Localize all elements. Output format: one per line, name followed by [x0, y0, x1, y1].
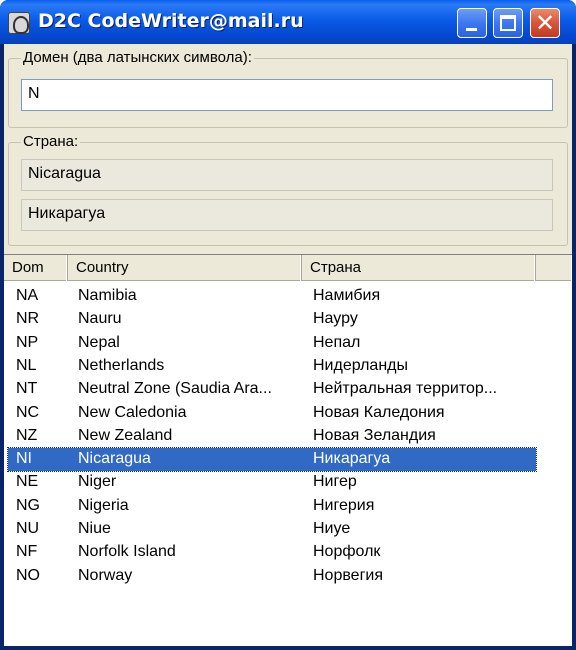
cell-strana: Нигерия	[313, 496, 375, 514]
table-row[interactable]: NO Norway Норвегия	[8, 565, 536, 588]
table-row[interactable]: NU Niue Ниуе	[8, 518, 536, 541]
window-title: D2C CodeWriter@mail.ru	[38, 10, 304, 32]
table-row[interactable]: NR Nauru Науру	[8, 308, 536, 331]
column-header-empty	[536, 255, 572, 281]
cell-strana: Нейтральная территор...	[313, 380, 498, 398]
cell-strana: Норвегия	[313, 566, 384, 584]
domain-group-label: Домен (два латынских символа):	[21, 49, 254, 66]
cell-dom: NA	[16, 287, 39, 304]
table-row[interactable]: NF Norfolk Island Норфолк	[8, 541, 536, 564]
country-name-ru-field: Никарагуа	[21, 199, 553, 231]
cell-strana: Никарагуа	[313, 450, 391, 468]
cell-dom: NO	[16, 566, 40, 584]
app-icon[interactable]	[8, 12, 30, 34]
table-row[interactable]: NG Nigeria Нигерия	[8, 495, 536, 518]
cell-strana: Науру	[313, 310, 358, 328]
cell-dom: NZ	[16, 426, 38, 444]
country-list[interactable]: Dom Country Страна NA Namibia Намибия NR Nau…	[4, 254, 572, 646]
cell-dom: NI	[16, 450, 32, 468]
table-row[interactable]: NL Netherlands Нидерланды	[8, 355, 536, 378]
country-name-en-field: Nicaragua	[21, 159, 553, 191]
cell-country: Nicaragua	[78, 450, 151, 468]
cell-dom: NF	[16, 543, 38, 561]
cell-strana: Намибия	[313, 287, 381, 304]
cell-country: Neutral Zone (Saudia Ara...	[78, 380, 272, 398]
column-header-country[interactable]: Country	[68, 255, 302, 281]
client-area: Домен (два латынских символа): N Страна:…	[4, 44, 572, 646]
cell-country: Nauru	[78, 310, 122, 328]
cell-country: Niue	[78, 520, 111, 537]
cell-dom: NT	[16, 380, 38, 398]
close-icon: ✕	[534, 9, 556, 37]
domain-input[interactable]: N	[21, 79, 553, 111]
cell-strana: Новая Зеландия	[313, 426, 436, 444]
column-header-dom[interactable]: Dom	[4, 255, 68, 281]
cell-strana: Норфолк	[313, 543, 381, 561]
cell-dom: NU	[16, 520, 40, 537]
cell-country: Nigeria	[78, 496, 129, 514]
table-row[interactable]: NE Niger Нигер	[8, 471, 536, 494]
column-header-strana[interactable]: Страна	[302, 255, 536, 281]
cell-strana: Ниуе	[313, 520, 351, 537]
cell-dom: NP	[16, 333, 39, 351]
cell-dom: NG	[16, 496, 40, 514]
cell-country: Niger	[78, 473, 117, 491]
table-row[interactable]: NZ New Zealand Новая Зеландия	[8, 425, 536, 448]
cell-dom: NR	[16, 310, 40, 328]
country-group-label: Страна:	[21, 133, 81, 150]
cell-dom: NL	[16, 356, 37, 374]
maximize-icon	[500, 15, 516, 31]
minimize-button[interactable]	[457, 8, 487, 38]
cell-strana: Нигер	[313, 473, 357, 491]
cell-country: Norway	[78, 566, 133, 584]
domain-group: Домен (два латынских символа): N	[8, 49, 568, 128]
cell-dom: NC	[16, 403, 40, 421]
list-header: Dom Country Страна	[4, 255, 572, 281]
table-row[interactable]: NT Neutral Zone (Saudia Ara... Нейтральная…	[8, 378, 536, 401]
country-group: Страна: Nicaragua Никарагуа	[8, 133, 568, 246]
table-row[interactable]: NP Nepal Непал	[8, 332, 536, 355]
minimize-icon	[466, 28, 477, 31]
cell-dom: NE	[16, 473, 39, 491]
app-window: D2C CodeWriter@mail.ru ✕ Домен (два латы…	[0, 0, 576, 650]
cell-country: New Caledonia	[78, 403, 187, 421]
title-bar[interactable]: D2C CodeWriter@mail.ru ✕	[0, 0, 576, 44]
table-row[interactable]: NA Namibia Намибия	[8, 285, 536, 308]
cell-strana: Нидерланды	[313, 356, 408, 374]
table-row[interactable]: NI Nicaragua Никарагуа	[7, 447, 537, 473]
cell-strana: Новая Каледония	[313, 403, 445, 421]
cell-strana: Непал	[313, 333, 361, 351]
close-button[interactable]: ✕	[530, 8, 560, 38]
cell-country: New Zealand	[78, 426, 173, 444]
cell-country: Norfolk Island	[78, 543, 176, 561]
cell-country: Netherlands	[78, 356, 165, 374]
cell-country: Nepal	[78, 333, 120, 351]
cell-country: Namibia	[78, 287, 137, 304]
table-row[interactable]: NC New Caledonia Новая Каледония	[8, 402, 536, 425]
maximize-button[interactable]	[493, 8, 523, 38]
